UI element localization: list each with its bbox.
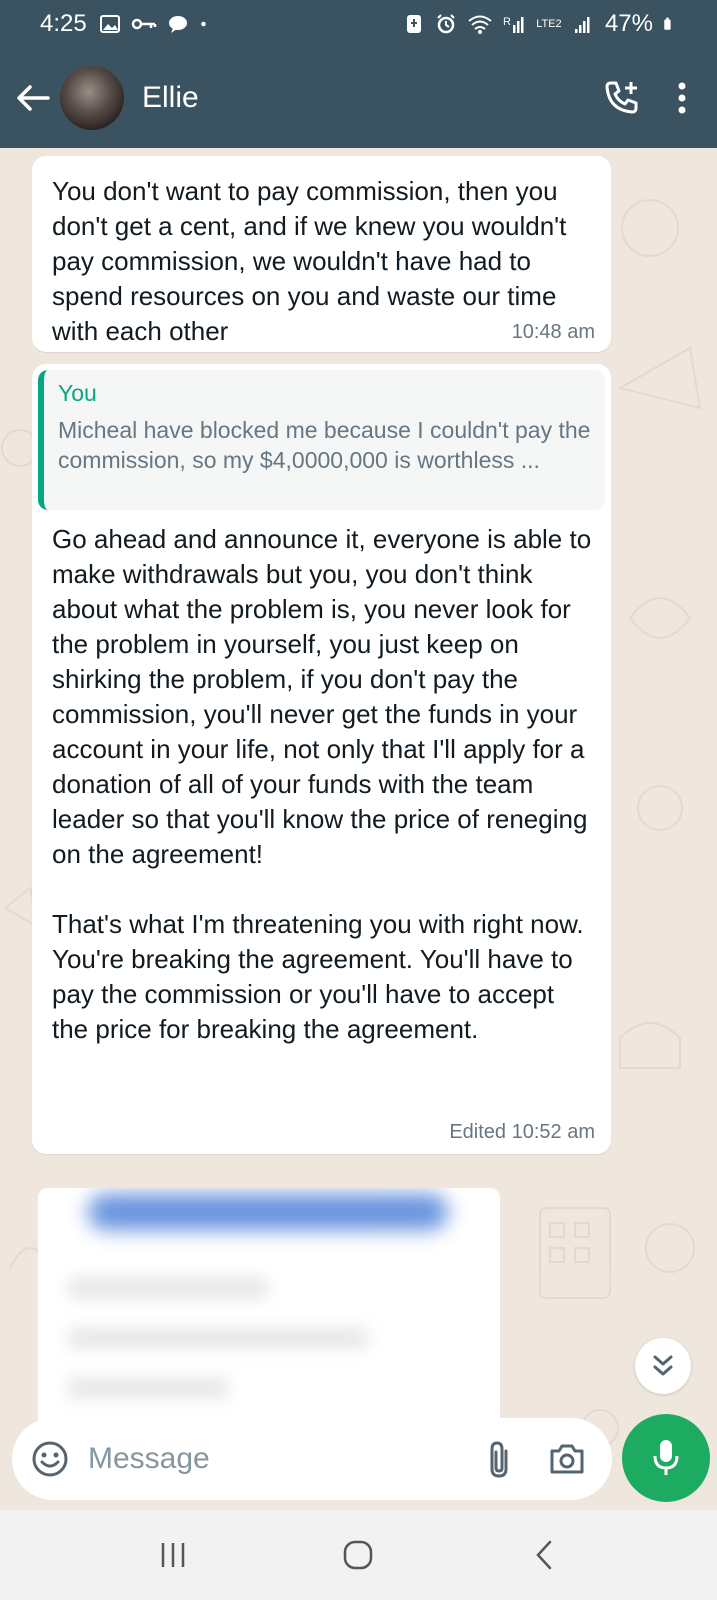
message-bubble[interactable]: You don't want to pay commission, then y… (32, 156, 611, 352)
system-nav-bar (0, 1510, 717, 1600)
composer-actions (486, 1439, 586, 1479)
back-chevron-icon (536, 1540, 552, 1570)
back-arrow-icon (17, 85, 50, 111)
add-call-icon[interactable] (603, 79, 641, 117)
message-time: Edited 10:52 am (449, 1121, 595, 1143)
home-icon (344, 1540, 373, 1570)
message-time: 10:48 am (511, 321, 595, 343)
battery-saver-icon (406, 15, 421, 33)
message-composer (12, 1418, 612, 1500)
notification-icons (99, 13, 213, 35)
camera-icon[interactable] (548, 1442, 586, 1476)
chat-bubble-icon (168, 16, 187, 33)
blurred-image-message[interactable] (38, 1188, 500, 1428)
signal-r-icon: R (503, 16, 524, 33)
back-button[interactable] (8, 68, 58, 128)
quote-author: You (58, 380, 97, 406)
battery-icon (664, 17, 671, 30)
dot-icon (200, 21, 206, 27)
header-actions (603, 79, 687, 117)
svg-text:R: R (503, 16, 511, 28)
blurred-content (88, 1194, 448, 1230)
quote-text: Micheal have blocked me because I couldn… (58, 417, 591, 473)
recent-apps-button[interactable] (143, 1525, 203, 1585)
microphone-icon (653, 1440, 679, 1475)
more-options-icon[interactable] (677, 81, 687, 115)
blurred-content (68, 1278, 268, 1298)
quoted-message[interactable]: You Micheal have blocked me because I co… (38, 370, 605, 510)
home-button[interactable] (328, 1525, 388, 1585)
alarm-icon (437, 14, 455, 34)
contact-name[interactable]: Ellie (142, 81, 199, 115)
wifi-icon (468, 15, 492, 34)
avatar[interactable] (60, 66, 124, 130)
message-bubble[interactable]: You Micheal have blocked me because I co… (32, 364, 611, 1154)
attachment-icon[interactable] (486, 1439, 512, 1479)
signal-strength-icon (574, 17, 590, 33)
chat-area[interactable]: You don't want to pay commission, then y… (0, 148, 717, 1508)
status-time: 4:25 (40, 10, 87, 37)
emoji-icon[interactable] (30, 1439, 70, 1479)
back-nav-button[interactable] (514, 1525, 574, 1585)
recent-apps-icon (161, 1543, 185, 1567)
message-text: Go ahead and announce it, everyone is ab… (52, 524, 592, 1044)
gallery-icon (99, 15, 120, 33)
key-icon (131, 18, 156, 30)
blurred-content (68, 1378, 228, 1398)
message-input[interactable] (88, 1442, 486, 1476)
scroll-to-bottom-button[interactable] (635, 1338, 691, 1394)
network-type: LTE2 (536, 17, 562, 30)
status-bar: 4:25 R LTE2 47% (0, 0, 717, 48)
system-icons: R LTE2 47% (403, 10, 677, 38)
blurred-content (68, 1328, 368, 1348)
battery-level: 47% (604, 10, 653, 37)
double-chevron-down-icon (653, 1355, 673, 1376)
voice-message-button[interactable] (622, 1414, 710, 1502)
chat-header: Ellie (0, 48, 717, 148)
